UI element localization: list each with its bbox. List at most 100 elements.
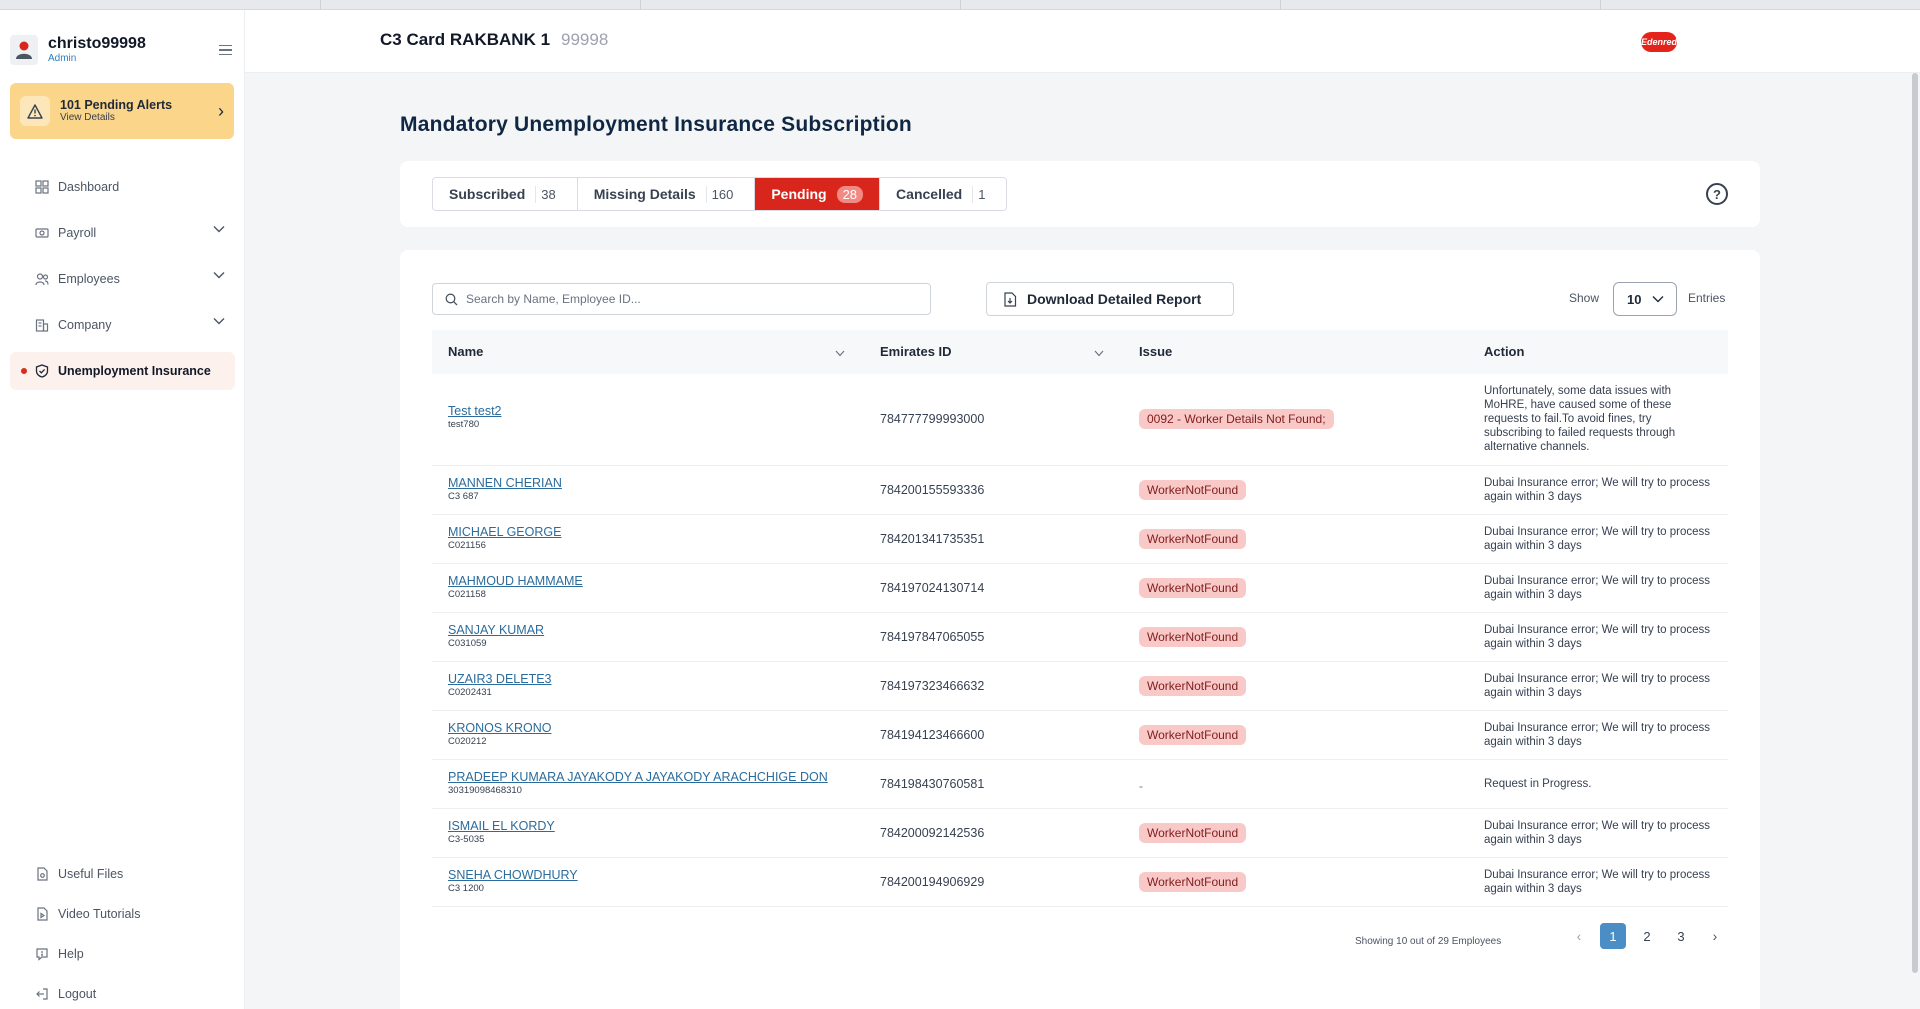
action-text: Dubai Insurance error; We will try to pr… (1484, 820, 1711, 846)
download-file-icon (1004, 291, 1017, 307)
subscriptions-panel: Download Detailed Report Show 10 Entries… (400, 250, 1760, 1009)
emirates-id: 784197323466632 (880, 679, 985, 693)
action-text: Dubai Insurance error; We will try to pr… (1484, 869, 1711, 895)
issue-badge: WorkerNotFound (1139, 529, 1247, 549)
pending-alerts-card[interactable]: 101 Pending Alerts View Details › (10, 83, 234, 139)
page-button-2[interactable]: 2 (1634, 923, 1660, 949)
alert-subtitle: View Details (60, 112, 115, 123)
page-title: Mandatory Unemployment Insurance Subscri… (400, 113, 912, 136)
chevron-right-icon: › (218, 100, 224, 121)
employee-name-link[interactable]: PRADEEP KUMARA JAYAKODY A JAYAKODY ARACH… (448, 770, 828, 785)
browser-tab-divider (960, 0, 961, 10)
download-report-button[interactable]: Download Detailed Report (986, 282, 1234, 316)
issue-badge: WorkerNotFound (1139, 725, 1247, 745)
action-text: Request in Progress. (1484, 778, 1592, 790)
search-icon (445, 293, 458, 305)
warning-icon (20, 96, 50, 126)
page-button-1[interactable]: 1 (1600, 923, 1626, 949)
sidebar-nav: Dashboard Payroll Employees Company Unem… (10, 168, 235, 398)
sidebar-item-useful-files[interactable]: Useful Files (10, 858, 235, 890)
next-page-button[interactable]: › (1702, 923, 1728, 949)
help-question-icon[interactable]: ? (1706, 183, 1728, 205)
employee-id: C3 1200 (448, 883, 484, 894)
employee-name-link[interactable]: UZAIR3 DELETE3 (448, 672, 552, 687)
help-chat-icon (34, 946, 50, 962)
search-box (432, 283, 931, 315)
employee-cell: MAHMOUD HAMMAME C021158 (448, 574, 583, 601)
tab-missing-details[interactable]: Missing Details 160 (577, 178, 756, 210)
sidebar-item-label: Dashboard (58, 180, 120, 194)
employee-name-link[interactable]: Test test2 (448, 404, 502, 419)
entries-select[interactable]: 10 (1613, 282, 1677, 316)
search-input[interactable] (466, 292, 906, 306)
employee-name-link[interactable]: SNEHA CHOWDHURY (448, 868, 578, 883)
tab-count: 38 (535, 185, 560, 203)
action-text: Dubai Insurance error; We will try to pr… (1484, 673, 1711, 699)
user-profile[interactable]: christo99998 Admin (10, 32, 235, 68)
sidebar-item-help[interactable]: Help (10, 938, 235, 970)
employee-cell: MICHAEL GEORGE C021156 (448, 525, 561, 552)
page-button-3[interactable]: 3 (1668, 923, 1694, 949)
page-scrollbar[interactable] (1910, 73, 1920, 1009)
sidebar-item-logout[interactable]: Logout (10, 978, 235, 1009)
issue-badge: WorkerNotFound (1139, 676, 1247, 696)
tab-pending[interactable]: Pending 28 (755, 178, 881, 210)
column-header-name[interactable]: Name (448, 344, 483, 359)
chevron-down-icon (213, 318, 225, 325)
action-text: Dubai Insurance error; We will try to pr… (1484, 526, 1711, 552)
browser-tab-strip (0, 0, 1920, 10)
sort-icon[interactable] (835, 350, 845, 357)
sidebar-item-employees[interactable]: Employees (10, 260, 235, 298)
issue-cell: 0092 - Worker Details Not Found; (1139, 409, 1334, 429)
issue-badge: 0092 - Worker Details Not Found; (1139, 409, 1334, 429)
column-header-action: Action (1484, 344, 1525, 359)
browser-tab-divider (640, 0, 641, 10)
tab-cancelled[interactable]: Cancelled 1 (880, 178, 1007, 210)
employee-id: 30319098468310 (448, 785, 522, 796)
menu-toggle-icon[interactable] (215, 40, 235, 60)
prev-page-button[interactable]: ‹ (1566, 923, 1592, 949)
action-text: Dubai Insurance error; We will try to pr… (1484, 477, 1711, 503)
issue-cell: WorkerNotFound (1139, 872, 1247, 892)
employee-cell: ISMAIL EL KORDY C3-5035 (448, 819, 555, 846)
table-row: MAHMOUD HAMMAME C021158 784197024130714 … (432, 564, 1728, 613)
table-row: SANJAY KUMAR C031059 784197847065055 Wor… (432, 613, 1728, 662)
sort-icon[interactable] (1094, 350, 1104, 357)
employee-cell: SNEHA CHOWDHURY C3 1200 (448, 868, 578, 895)
employee-name-link[interactable]: KRONOS KRONO (448, 721, 552, 736)
column-header-emirates-id[interactable]: Emirates ID (880, 344, 952, 359)
logout-icon (34, 986, 50, 1002)
user-icon (16, 41, 32, 59)
employee-name-link[interactable]: MANNEN CHERIAN (448, 476, 562, 491)
browser-tab-divider (1280, 0, 1281, 10)
table-row: UZAIR3 DELETE3 C0202431 784197323466632 … (432, 662, 1728, 711)
employee-name-link[interactable]: SANJAY KUMAR (448, 623, 544, 638)
sidebar-item-video-tutorials[interactable]: Video Tutorials (10, 898, 235, 930)
issue-cell: WorkerNotFound (1139, 823, 1247, 843)
tab-subscribed[interactable]: Subscribed 38 (433, 178, 578, 210)
employee-name-link[interactable]: MICHAEL GEORGE (448, 525, 561, 540)
sidebar-bottom-nav: Useful Files Video Tutorials Help Logout (10, 858, 235, 1009)
sidebar-item-payroll[interactable]: Payroll (10, 214, 235, 252)
employee-id: C031059 (448, 638, 487, 649)
sidebar-item-company[interactable]: Company (10, 306, 235, 344)
sidebar-item-label: Payroll (58, 226, 97, 240)
scrollbar-thumb[interactable] (1912, 73, 1918, 973)
issue-cell: WorkerNotFound (1139, 529, 1247, 549)
tab-label: Pending (771, 186, 827, 202)
dashboard-icon (34, 179, 50, 195)
shield-check-icon (34, 363, 50, 379)
sidebar-item-label: Help (58, 947, 84, 961)
tab-count: 28 (836, 185, 864, 203)
sidebar-item-unemployment-insurance[interactable]: Unemployment Insurance (10, 352, 235, 390)
employee-name-link[interactable]: ISMAIL EL KORDY (448, 819, 555, 834)
employee-id: C0202431 (448, 687, 492, 698)
issue-cell: WorkerNotFound (1139, 627, 1247, 647)
emirates-id: 784200194906929 (880, 875, 985, 889)
sidebar-item-label: Employees (58, 272, 120, 286)
tab-label: Cancelled (896, 186, 963, 202)
company-icon (34, 317, 50, 333)
emirates-id: 784200155593336 (880, 483, 985, 497)
sidebar-item-dashboard[interactable]: Dashboard (10, 168, 235, 206)
employee-name-link[interactable]: MAHMOUD HAMMAME (448, 574, 583, 589)
